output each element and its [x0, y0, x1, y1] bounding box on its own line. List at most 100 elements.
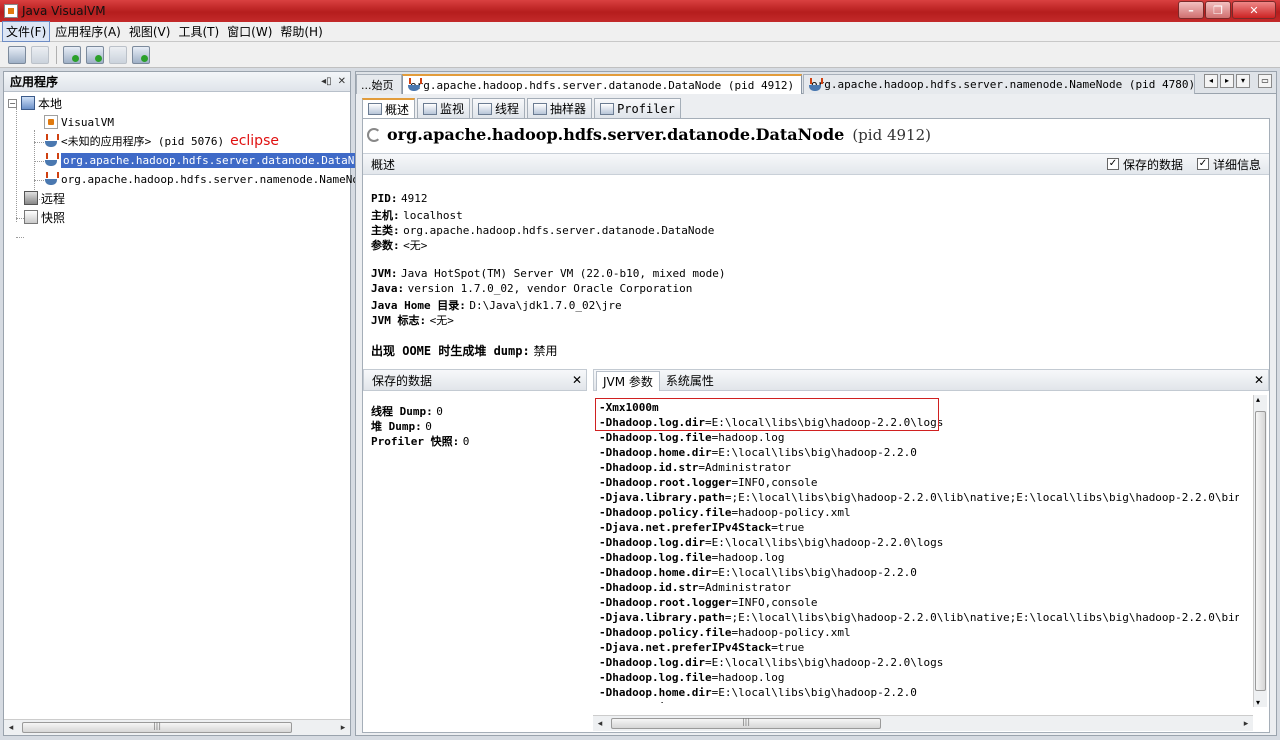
threads-icon: [478, 102, 493, 115]
jvm-arg-row: -Djava.net.preferIPv4Stack=true: [599, 521, 1239, 536]
scroll-left-icon[interactable]: ◂: [4, 723, 18, 733]
info-jvm-flags: JVM 标志: <无>: [371, 312, 454, 328]
scroll-down-icon[interactable]: ▾: [1256, 698, 1260, 707]
jvm-arg-value: =E:\local\libs\big\hadoop-2.2.0\logs: [704, 536, 944, 549]
scroll-tabs-left-icon[interactable]: ◂: [1204, 74, 1218, 88]
minimize-button[interactable]: –: [1178, 1, 1204, 19]
menu-window[interactable]: 窗口(W): [224, 22, 275, 41]
tree-node-eclipse-app[interactable]: <未知的应用程序> (pid 5076) eclipse: [44, 132, 279, 150]
add-remote-host-icon[interactable]: [86, 45, 104, 64]
info-oome: 出现 OOME 时生成堆 dump: 禁用: [371, 342, 558, 359]
jvm-arg-key: -Dhadoop.policy.file: [599, 506, 732, 519]
add-core-dump-icon[interactable]: [132, 45, 150, 64]
jvm-vertical-scrollbar[interactable]: ▴ ▾: [1253, 395, 1267, 707]
tab-label: JVM 参数: [603, 375, 653, 389]
applications-panel: 应用程序 ◂▯ ✕ − 本地 VisualVM <未知的应用程序> (pid 5…: [3, 71, 377, 736]
tree-node-label: org.apache.hadoop.hdfs.server.namenode.N…: [61, 172, 373, 186]
info-label: Java Home 目录:: [371, 299, 466, 312]
jvm-arg-value: =Administrator: [698, 461, 792, 474]
restore-button[interactable]: ❐: [1205, 1, 1231, 19]
toolbar: [0, 42, 1280, 68]
tab-sampler[interactable]: 抽样器: [527, 98, 593, 118]
jvm-arg-value: =E:\local\libs\big\hadoop-2.2.0: [711, 686, 917, 699]
scroll-up-icon[interactable]: ▴: [1256, 395, 1260, 404]
highlight-box: [595, 398, 939, 431]
tab-datanode[interactable]: org.apache.hadoop.hdfs.server.datanode.D…: [402, 74, 802, 94]
info-value: 4912: [401, 192, 428, 205]
page-title: org.apache.hadoop.hdfs.server.datanode.D…: [367, 125, 931, 144]
menu-tools[interactable]: 工具(T): [175, 22, 222, 41]
details-checkbox[interactable]: ✓ 详细信息: [1196, 156, 1261, 173]
tree-node-label: <未知的应用程序> (pid 5076): [61, 135, 225, 148]
minimize-panel-icon[interactable]: ◂▯: [321, 76, 332, 87]
jvm-arg-key: -Dhadoop.log.dir: [599, 536, 705, 549]
scroll-right-icon[interactable]: ▸: [1239, 719, 1253, 729]
jvm-arg-value: =hadoop-policy.xml: [731, 626, 851, 639]
tree-node-label: 快照: [41, 210, 66, 225]
jvm-horizontal-scrollbar[interactable]: ◂ ▸: [593, 715, 1253, 731]
scroll-thumb[interactable]: [611, 718, 881, 729]
tree-node-namenode[interactable]: org.apache.hadoop.hdfs.server.namenode.N…: [44, 170, 372, 188]
tab-label: org.apache.hadoop.hdfs.server.namenode.N…: [811, 78, 1195, 91]
info-label: JVM:: [371, 267, 398, 280]
scroll-thumb[interactable]: [22, 722, 292, 733]
open-snapshot-icon[interactable]: [8, 45, 26, 64]
jvm-arg-value: =E:\local\libs\big\hadoop-2.2.0: [711, 446, 917, 459]
loading-icon: [367, 127, 381, 142]
jvm-arg-value: =Administrator: [698, 701, 791, 703]
tree-node-local[interactable]: − 本地: [8, 94, 62, 112]
scroll-tabs-right-icon[interactable]: ▸: [1220, 74, 1234, 88]
jvm-arg-value: =true: [771, 521, 805, 534]
tree-node-snapshots[interactable]: 快照: [24, 208, 65, 226]
info-value: Java HotSpot(TM) Server VM (22.0-b10, mi…: [401, 267, 726, 280]
add-jmx-connection-icon[interactable]: [63, 45, 81, 64]
toolbar-separator: [56, 45, 57, 64]
menu-view[interactable]: 视图(V): [126, 22, 174, 41]
heap-dump-icon[interactable]: [109, 45, 127, 64]
snapshot-icon: [24, 210, 38, 224]
tab-threads[interactable]: 线程: [472, 98, 526, 118]
tab-profiler[interactable]: Profiler: [594, 98, 681, 118]
menu-file[interactable]: 文件(F): [2, 21, 51, 42]
applications-tree: − 本地 VisualVM <未知的应用程序> (pid 5076) eclip…: [4, 92, 377, 712]
close-button[interactable]: ✕: [1232, 1, 1276, 19]
menu-applications[interactable]: 应用程序(A): [52, 22, 124, 41]
maximize-icon[interactable]: ▭: [1258, 74, 1272, 88]
overview-icon: [368, 103, 382, 115]
document-area: ...始页 org.apache.hadoop.hdfs.server.data…: [355, 71, 1277, 736]
tree-node-visualvm[interactable]: VisualVM: [44, 113, 114, 131]
close-panel-icon[interactable]: ✕: [338, 76, 346, 87]
tab-jvm-args[interactable]: JVM 参数: [596, 371, 660, 391]
checkbox-checked-icon[interactable]: ✓: [1106, 158, 1119, 170]
jvm-arg-row: -Dhadoop.id.str=Administrator: [599, 581, 1239, 596]
scroll-left-icon[interactable]: ◂: [593, 719, 607, 729]
monitor-icon: [423, 102, 438, 115]
jvm-arg-value: =hadoop.log: [711, 671, 785, 684]
tree-node-remote[interactable]: 远程: [24, 189, 65, 207]
menu-help[interactable]: 帮助(H): [277, 22, 325, 41]
save-icon[interactable]: [31, 45, 49, 64]
tab-start-page[interactable]: ...始页: [356, 74, 402, 94]
left-horizontal-scrollbar[interactable]: ◂ ▸: [4, 719, 350, 735]
scroll-thumb[interactable]: [1255, 411, 1266, 691]
tab-label: ...始页: [361, 78, 394, 92]
tab-namenode[interactable]: org.apache.hadoop.hdfs.server.namenode.N…: [803, 74, 1195, 94]
jvm-arg-key: -Dhadoop.id.str: [599, 581, 699, 594]
saved-data-checkbox[interactable]: ✓ 保存的数据: [1106, 156, 1183, 173]
checkbox-checked-icon[interactable]: ✓: [1196, 158, 1209, 170]
tab-list-icon[interactable]: ▾: [1236, 74, 1250, 88]
info-value: org.apache.hadoop.hdfs.server.datanode.D…: [403, 224, 715, 237]
close-panel-icon[interactable]: ✕: [572, 373, 582, 387]
jvm-arg-key: -Dhadoop.id.str: [599, 701, 698, 703]
tab-label: 抽样器: [550, 102, 587, 116]
jvm-arg-key: -Djava.library.path: [599, 611, 725, 624]
checkbox-label: 详细信息: [1212, 157, 1261, 172]
tab-monitor[interactable]: 监视: [417, 98, 471, 118]
jvm-arg-value: =INFO,console: [731, 596, 818, 609]
tab-system-properties[interactable]: 系统属性: [660, 370, 720, 390]
tree-node-datanode[interactable]: org.apache.hadoop.hdfs.server.datanode.D…: [44, 151, 377, 169]
close-panel-icon[interactable]: ✕: [1254, 373, 1264, 387]
collapse-icon[interactable]: −: [8, 98, 17, 108]
tab-overview[interactable]: 概述: [362, 98, 416, 118]
scroll-right-icon[interactable]: ▸: [336, 723, 350, 733]
